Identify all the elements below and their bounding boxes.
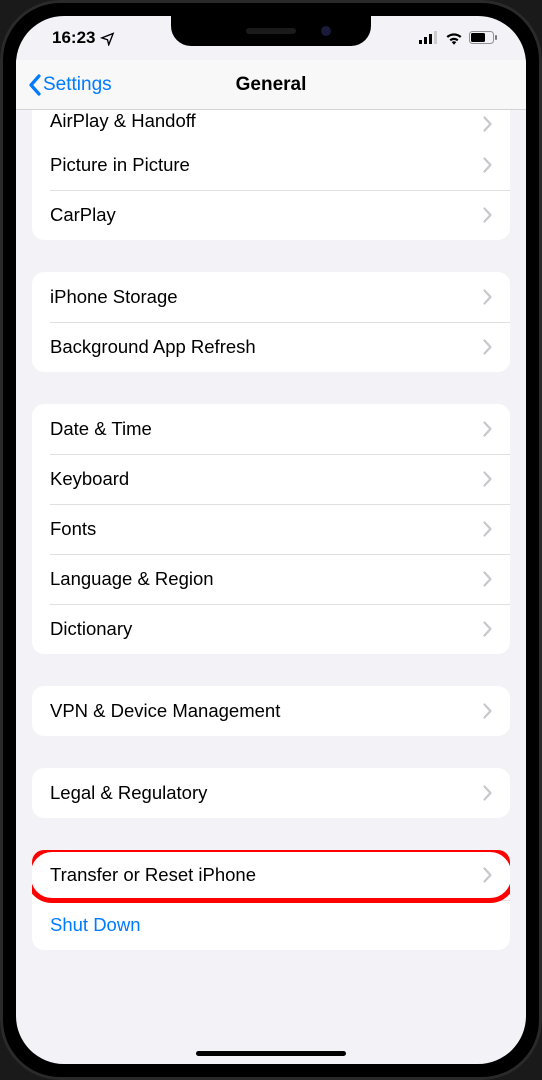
row-label: Background App Refresh <box>50 336 256 358</box>
battery-icon <box>469 31 498 45</box>
row-label: Dictionary <box>50 618 132 640</box>
volume-up-button <box>0 245 1 315</box>
row-label: Language & Region <box>50 568 214 590</box>
row-label: CarPlay <box>50 204 116 226</box>
volume-down-button <box>0 330 1 400</box>
settings-row-airplay-handoff[interactable]: AirPlay & Handoff <box>32 110 510 140</box>
settings-section: iPhone Storage Background App Refresh <box>32 272 510 372</box>
wifi-icon <box>445 31 463 45</box>
settings-section: Legal & Regulatory <box>32 768 510 818</box>
settings-section: AirPlay & Handoff Picture in Picture CarPl… <box>32 110 510 240</box>
row-label: iPhone Storage <box>50 286 178 308</box>
settings-row-date-time[interactable]: Date & Time <box>32 404 510 454</box>
settings-content[interactable]: AirPlay & Handoff Picture in Picture CarPl… <box>16 110 526 1064</box>
speaker <box>246 28 296 34</box>
settings-row-vpn-device-management[interactable]: VPN & Device Management <box>32 686 510 736</box>
page-title: General <box>236 74 307 96</box>
nav-bar: Settings General <box>16 60 526 110</box>
row-label: Fonts <box>50 518 96 540</box>
cellular-signal-icon <box>419 31 439 45</box>
status-time: 16:23 <box>52 28 95 48</box>
settings-row-fonts[interactable]: Fonts <box>32 504 510 554</box>
phone-frame: 16:23 Se <box>0 0 542 1080</box>
chevron-right-icon <box>483 571 492 587</box>
settings-row-dictionary[interactable]: Dictionary <box>32 604 510 654</box>
row-label: Picture in Picture <box>50 154 190 176</box>
row-label: VPN & Device Management <box>50 700 280 722</box>
chevron-right-icon <box>483 521 492 537</box>
chevron-right-icon <box>483 703 492 719</box>
settings-row-carplay[interactable]: CarPlay <box>32 190 510 240</box>
chevron-right-icon <box>483 157 492 173</box>
back-label: Settings <box>43 74 112 96</box>
chevron-right-icon <box>483 867 492 883</box>
settings-row-background-app-refresh[interactable]: Background App Refresh <box>32 322 510 372</box>
settings-row-shut-down[interactable]: Shut Down <box>32 900 510 950</box>
chevron-left-icon <box>28 74 41 96</box>
settings-section: VPN & Device Management <box>32 686 510 736</box>
status-right <box>419 31 498 45</box>
settings-section: Date & Time Keyboard Fonts Language & Regio… <box>32 404 510 654</box>
notch <box>171 16 371 46</box>
location-arrow-icon <box>100 31 115 46</box>
settings-section: Transfer or Reset iPhone Shut Down <box>32 850 510 950</box>
front-camera <box>321 26 331 36</box>
row-label: AirPlay & Handoff <box>50 110 196 132</box>
row-label: Transfer or Reset iPhone <box>50 864 256 886</box>
chevron-right-icon <box>483 289 492 305</box>
settings-row-picture-in-picture[interactable]: Picture in Picture <box>32 140 510 190</box>
settings-row-iphone-storage[interactable]: iPhone Storage <box>32 272 510 322</box>
chevron-right-icon <box>483 785 492 801</box>
chevron-right-icon <box>483 207 492 223</box>
chevron-right-icon <box>483 116 492 132</box>
screen: 16:23 Se <box>16 16 526 1064</box>
settings-row-legal-regulatory[interactable]: Legal & Regulatory <box>32 768 510 818</box>
chevron-right-icon <box>483 621 492 637</box>
settings-row-transfer-or-reset-iphone[interactable]: Transfer or Reset iPhone <box>32 850 510 900</box>
status-left: 16:23 <box>52 28 115 48</box>
chevron-right-icon <box>483 339 492 355</box>
chevron-right-icon <box>483 471 492 487</box>
settings-row-keyboard[interactable]: Keyboard <box>32 454 510 504</box>
back-button[interactable]: Settings <box>28 74 112 96</box>
row-label: Shut Down <box>50 914 141 936</box>
row-label: Keyboard <box>50 468 129 490</box>
chevron-right-icon <box>483 421 492 437</box>
mute-switch <box>0 180 1 220</box>
row-label: Legal & Regulatory <box>50 782 207 804</box>
settings-row-language-region[interactable]: Language & Region <box>32 554 510 604</box>
row-label: Date & Time <box>50 418 152 440</box>
home-indicator[interactable] <box>196 1051 346 1056</box>
